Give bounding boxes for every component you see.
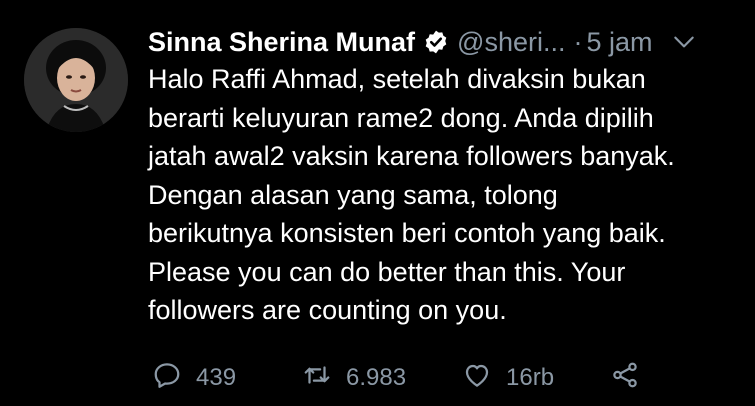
avatar[interactable] <box>24 28 128 132</box>
tweet-text-line: Halo Raffi Ahmad, setelah divaksin bukan <box>148 64 646 94</box>
tweet[interactable]: Sinna Sherina Munaf @sheri... · 5 jam Ha… <box>0 0 755 406</box>
reply-button[interactable]: 439 <box>152 360 302 397</box>
tweet-text-line: berarti keluyuran rame2 dong. Anda dipil… <box>148 102 654 133</box>
tweet-text-line: jatah awal2 vaksin karena followers bany… <box>148 141 675 171</box>
tweet-text-line: Dengan alasan yang sama, tolong <box>148 179 558 210</box>
share-icon <box>610 360 640 397</box>
retweet-button[interactable]: 6.983 <box>302 360 462 397</box>
retweet-icon <box>302 360 332 397</box>
reply-icon <box>152 360 182 397</box>
heart-icon <box>462 360 492 397</box>
tweet-header: Sinna Sherina Munaf @sheri... · 5 jam <box>148 22 735 62</box>
like-count: 16rb <box>506 364 555 391</box>
tweet-text-line: berikutnya konsisten beri contoh yang ba… <box>148 218 666 248</box>
share-button[interactable] <box>610 360 640 397</box>
author-handle[interactable]: @sheri... <box>457 27 565 58</box>
tweet-text-line: followers are counting on you. <box>148 295 507 325</box>
tweet-text: Halo Raffi Ahmad, setelah divaksin bukan… <box>148 60 738 330</box>
author-name[interactable]: Sinna Sherina Munaf <box>148 27 415 58</box>
reply-count: 439 <box>196 364 237 391</box>
tweet-text-line: Please you can do better than this. Your <box>148 256 626 287</box>
verified-badge-icon <box>423 29 449 55</box>
retweet-count: 6.983 <box>346 364 407 391</box>
chevron-down-icon[interactable] <box>671 29 697 55</box>
timestamp[interactable]: 5 jam <box>586 27 652 58</box>
like-button[interactable]: 16rb <box>462 360 610 397</box>
tweet-actions: 439 6.983 16rb <box>152 358 640 398</box>
separator-dot: · <box>573 26 583 57</box>
